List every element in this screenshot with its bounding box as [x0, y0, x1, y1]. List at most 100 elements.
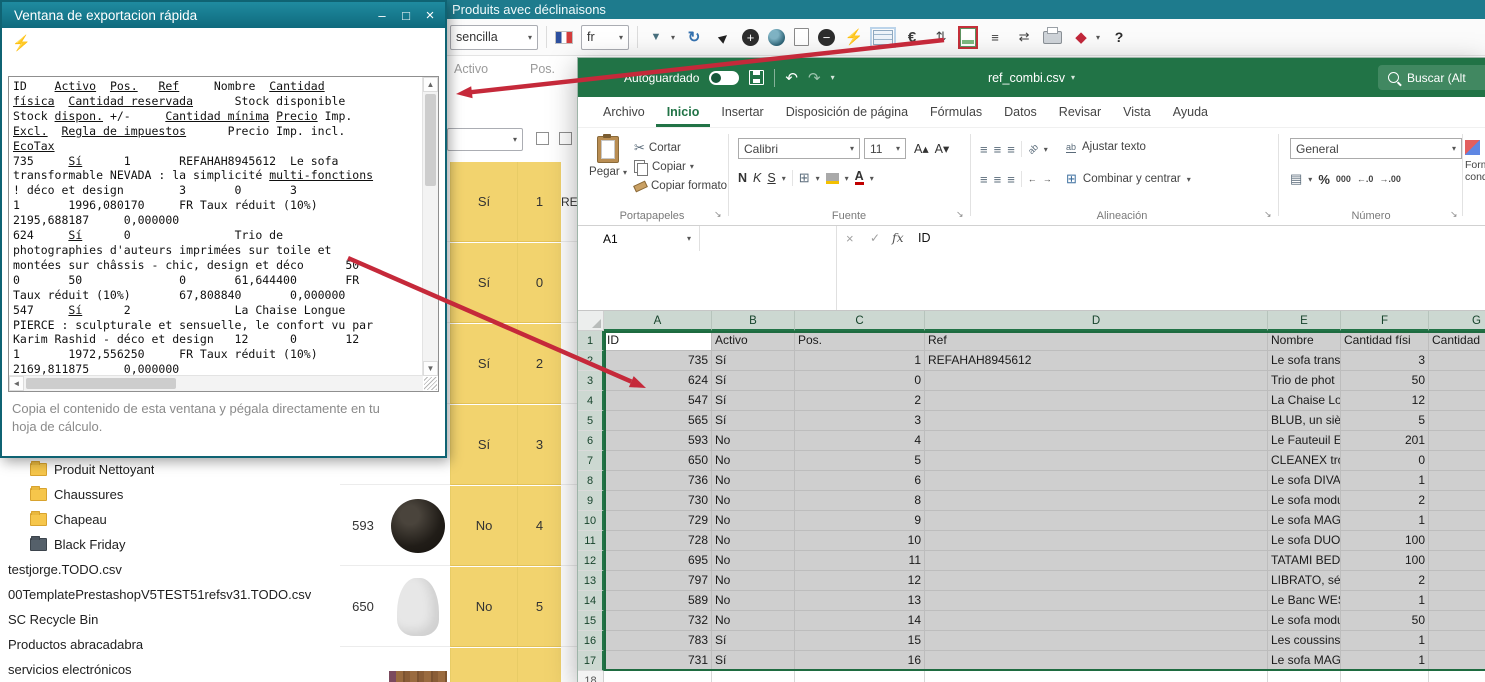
cell-G13[interactable] [1429, 571, 1485, 591]
cell-C5[interactable]: 3 [795, 411, 925, 431]
borders-icon[interactable]: ⊞ [799, 170, 810, 186]
cell-B4[interactable]: Sí [712, 391, 795, 411]
cell-B8[interactable]: No [712, 471, 795, 491]
euro-icon[interactable]: € [902, 27, 922, 47]
cell-C18[interactable] [795, 671, 925, 682]
cell-D6[interactable] [925, 431, 1268, 451]
cell-G12[interactable] [1429, 551, 1485, 571]
sidebar-item[interactable]: testjorge.TODO.csv [0, 557, 340, 582]
cell-A10[interactable]: 729 [604, 511, 712, 531]
cell-E12[interactable]: TATAMI BED [1268, 551, 1341, 571]
cell-E5[interactable]: BLUB, un sièg [1268, 411, 1341, 431]
comma-style-icon[interactable]: 000 [1336, 174, 1351, 184]
cell-E6[interactable]: Le Fauteuil E [1268, 431, 1341, 451]
cell-G10[interactable] [1429, 511, 1485, 531]
filter-icon[interactable]: ▼ [646, 27, 666, 47]
row-header-15[interactable]: 15 [578, 611, 604, 631]
font-name-select[interactable]: Calibri ▾ [738, 138, 860, 159]
row-header-14[interactable]: 14 [578, 591, 604, 611]
number-format-select[interactable]: General ▾ [1290, 138, 1462, 159]
copy-button[interactable]: Copiar ▾ [634, 160, 694, 173]
cell-D5[interactable] [925, 411, 1268, 431]
cell-B15[interactable]: No [712, 611, 795, 631]
cell-G18[interactable] [1429, 671, 1485, 682]
sidebar-item[interactable]: Black Friday [0, 532, 340, 557]
product-active-cell[interactable]: No [450, 486, 517, 566]
cell-C12[interactable]: 11 [795, 551, 925, 571]
align-bottom-icon[interactable]: ≡ [1007, 142, 1015, 157]
globe-icon[interactable] [768, 29, 785, 46]
col-header-E[interactable]: E [1268, 311, 1341, 331]
cell-B9[interactable]: No [712, 491, 795, 511]
row-header-16[interactable]: 16 [578, 631, 604, 651]
cell-B18[interactable] [712, 671, 795, 682]
align-top-icon[interactable]: ≡ [980, 142, 988, 157]
ribbon-tab-ayuda[interactable]: Ayuda [1162, 97, 1219, 127]
product-position-cell[interactable]: 5 [517, 567, 561, 647]
clipboard-dialog-launcher-icon[interactable]: ↘ [714, 209, 722, 220]
product-active-cell[interactable]: Sí [450, 162, 517, 242]
bold-button[interactable]: N [738, 171, 747, 185]
cell-E13[interactable]: LIBRATO, sép [1268, 571, 1341, 591]
cell-F12[interactable]: 100 [1341, 551, 1429, 571]
cell-A3[interactable]: 624 [604, 371, 712, 391]
cell-E11[interactable]: Le sofa DUO [1268, 531, 1341, 551]
cell-G7[interactable] [1429, 451, 1485, 471]
chevron-down-icon[interactable]: ▾ [831, 73, 835, 82]
row-header-3[interactable]: 3 [578, 371, 604, 391]
vertical-scrollbar[interactable]: ▲ ▼ [422, 77, 438, 376]
print-icon[interactable] [1043, 31, 1062, 44]
sidebar-item[interactable]: 00TemplatePrestashopV5TEST51refsv31.TODO… [0, 582, 340, 607]
cell-B11[interactable]: No [712, 531, 795, 551]
cell-E2[interactable]: Le sofa trans [1268, 351, 1341, 371]
cancel-icon[interactable]: × [846, 231, 854, 246]
cell-E7[interactable]: CLEANEX tro [1268, 451, 1341, 471]
product-active-cell[interactable]: No [450, 567, 517, 647]
cell-D10[interactable] [925, 511, 1268, 531]
cell-D8[interactable] [925, 471, 1268, 491]
search-box[interactable]: Buscar (Alt [1378, 65, 1485, 90]
cell-A18[interactable] [604, 671, 712, 682]
decrease-indent-icon[interactable]: ← [1028, 174, 1037, 184]
name-box[interactable]: A1 ▾ [578, 226, 700, 251]
product-position-cell[interactable]: 3 [517, 405, 561, 485]
cell-A4[interactable]: 547 [604, 391, 712, 411]
cell-F8[interactable]: 1 [1341, 471, 1429, 491]
col-header-F[interactable]: F [1341, 311, 1429, 331]
cell-B2[interactable]: Sí [712, 351, 795, 371]
cell-C14[interactable]: 13 [795, 591, 925, 611]
ribbon-tab-archivo[interactable]: Archivo [592, 97, 656, 127]
cell-E8[interactable]: Le sofa DIVA [1268, 471, 1341, 491]
cell-B12[interactable]: No [712, 551, 795, 571]
cell-C15[interactable]: 14 [795, 611, 925, 631]
cell-E15[interactable]: Le sofa modu [1268, 611, 1341, 631]
list-icon[interactable]: ≡ [985, 27, 1005, 47]
minimize-button[interactable]: – [371, 5, 393, 25]
merge-center-button[interactable]: ⊞ Combinar y centrar ▾ [1066, 171, 1191, 187]
language-select[interactable]: fr ▾ [581, 25, 629, 50]
cell-D9[interactable] [925, 491, 1268, 511]
refresh-icon[interactable]: ↻ [684, 27, 704, 47]
cell-B13[interactable]: No [712, 571, 795, 591]
cell-E3[interactable]: Trio de phot [1268, 371, 1341, 391]
cell-F4[interactable]: 12 [1341, 391, 1429, 411]
ribbon-tab-revisar[interactable]: Revisar [1048, 97, 1112, 127]
fill-color-icon[interactable] [826, 173, 839, 184]
wrap-text-button[interactable]: ab Ajustar texto [1066, 141, 1146, 153]
cell-D2[interactable]: REFAHAH8945612 [925, 351, 1268, 371]
cell-C10[interactable]: 9 [795, 511, 925, 531]
cell-F18[interactable] [1341, 671, 1429, 682]
cursor-icon[interactable]: ▶ [709, 23, 737, 51]
cell-G8[interactable] [1429, 471, 1485, 491]
bg-filter-checkbox[interactable] [559, 132, 572, 145]
cell-E14[interactable]: Le Banc WES [1268, 591, 1341, 611]
cell-A12[interactable]: 695 [604, 551, 712, 571]
alignment-dialog-launcher-icon[interactable]: ↘ [1264, 209, 1272, 220]
col-header-B[interactable]: B [712, 311, 795, 331]
cell-E4[interactable]: La Chaise Lor [1268, 391, 1341, 411]
gem-icon[interactable]: ◆ [1071, 27, 1091, 47]
cell-A1[interactable]: ID [604, 331, 712, 351]
cell-B1[interactable]: Activo [712, 331, 795, 351]
cell-F1[interactable]: Cantidad físi [1341, 331, 1429, 351]
bg-filter-select[interactable]: ▾ [447, 128, 523, 151]
